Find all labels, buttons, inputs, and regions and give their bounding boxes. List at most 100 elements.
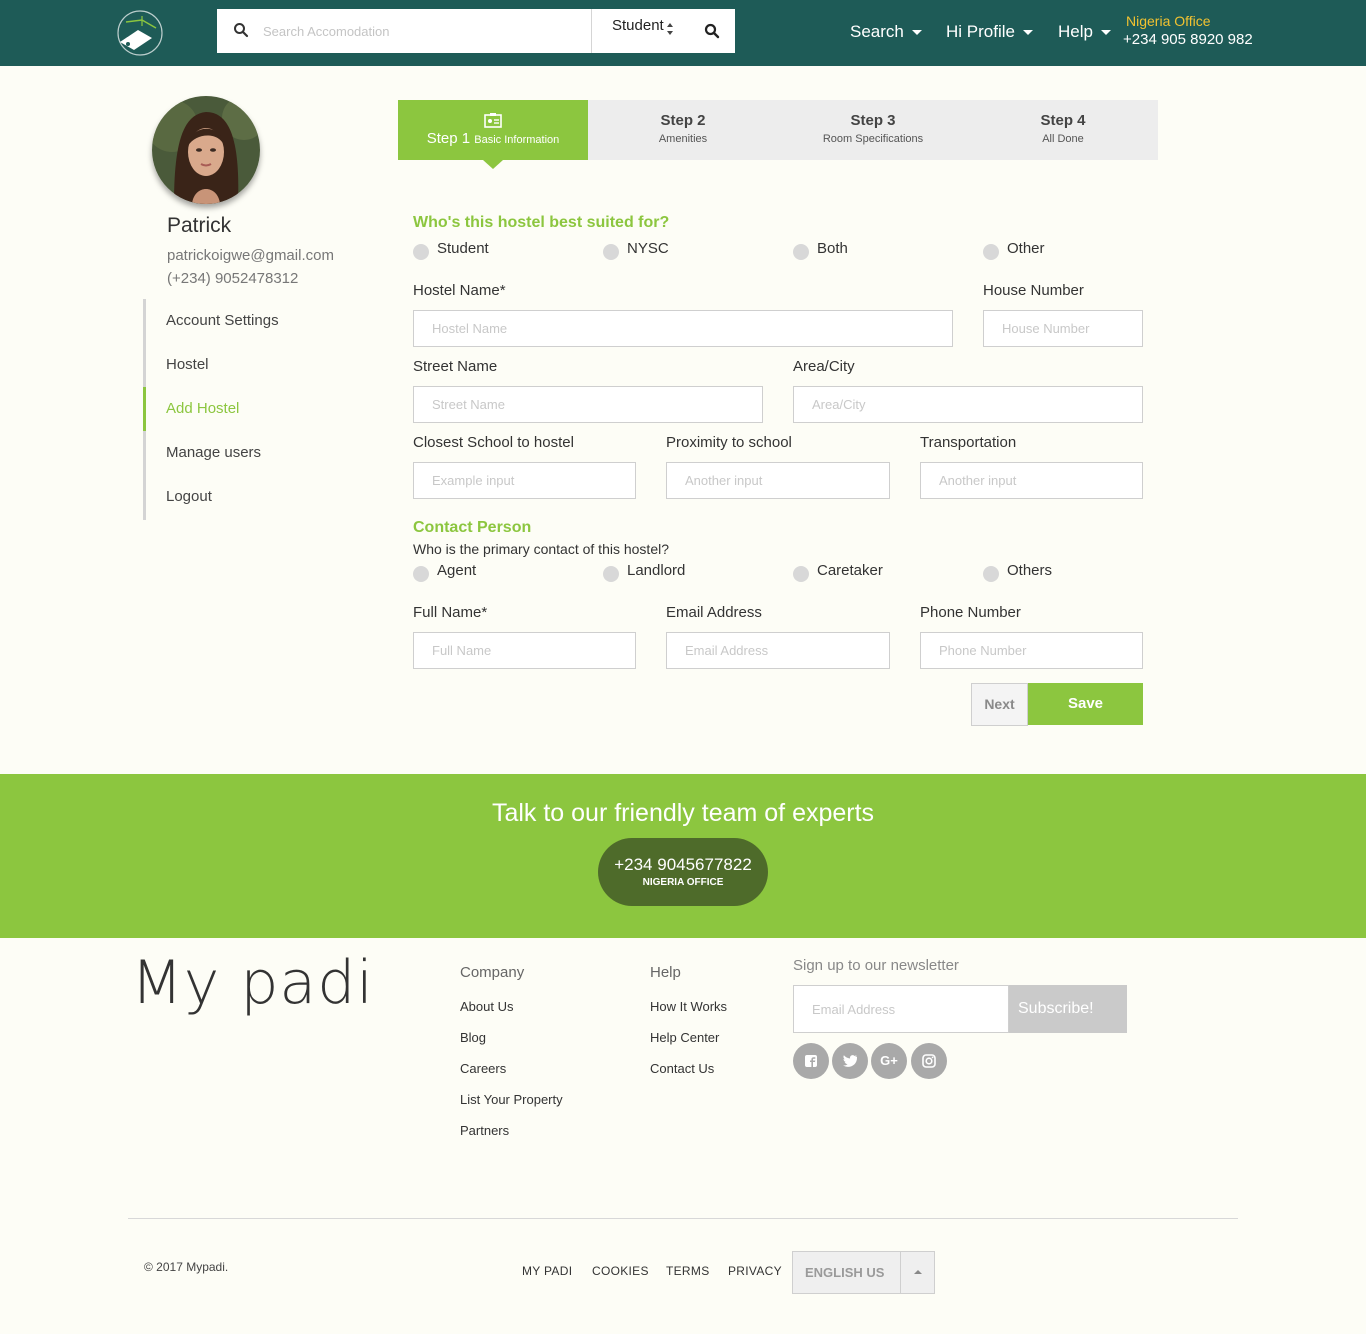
language-divider xyxy=(900,1252,901,1293)
radio-student[interactable]: Student xyxy=(413,240,489,261)
footer-link-about[interactable]: About Us xyxy=(460,999,513,1014)
tab-step-4[interactable]: Step 4 All Done xyxy=(968,100,1158,160)
footer-bottom-link-mypadi[interactable]: MY PADI xyxy=(522,1264,572,1278)
transportation-label: Transportation xyxy=(920,434,1017,451)
house-number-label: House Number xyxy=(983,282,1084,299)
full-name-label: Full Name* xyxy=(413,604,488,621)
chevron-up-icon xyxy=(914,1270,922,1274)
instagram-icon[interactable] xyxy=(911,1043,947,1079)
footer-link-partners[interactable]: Partners xyxy=(460,1123,509,1138)
radio-nysc[interactable]: NYSC xyxy=(603,240,669,261)
closest-school-input[interactable] xyxy=(413,462,636,499)
facebook-icon[interactable] xyxy=(793,1043,829,1079)
google-plus-icon[interactable]: G+ xyxy=(871,1043,907,1079)
footer-brand[interactable]: My padi xyxy=(131,948,374,1018)
suited-heading: Who's this hostel best suited for? xyxy=(413,214,670,231)
search-input[interactable] xyxy=(263,9,593,53)
radio-circle-icon xyxy=(793,566,809,583)
tab-step-3[interactable]: Step 3 Room Specifications xyxy=(778,100,968,160)
id-card-icon xyxy=(484,113,502,128)
profile-name: Patrick xyxy=(167,214,232,237)
step-4-title: Step 4 xyxy=(1040,112,1086,129)
footer-bottom-link-privacy[interactable]: PRIVACY xyxy=(728,1264,782,1278)
contact-question: Who is the primary contact of this hoste… xyxy=(413,541,669,557)
radio-caretaker[interactable]: Caretaker xyxy=(793,562,883,583)
tab-step-2[interactable]: Step 2 Amenities xyxy=(588,100,778,160)
sidebar-item-add-hostel[interactable]: Add Hostel xyxy=(166,400,239,417)
house-number-input[interactable] xyxy=(983,310,1143,347)
area-city-input[interactable] xyxy=(793,386,1143,423)
site-logo[interactable] xyxy=(112,8,168,58)
language-label: ENGLISH US xyxy=(805,1265,885,1280)
phone-number-input[interactable] xyxy=(920,632,1143,669)
chevron-down-icon xyxy=(1022,30,1033,36)
nav-help[interactable]: Help xyxy=(1058,22,1111,42)
twitter-icon[interactable] xyxy=(832,1043,868,1079)
tab-step-1[interactable]: Step 1 Basic Information xyxy=(398,100,588,160)
sidebar-item-logout[interactable]: Logout xyxy=(166,488,212,505)
cta-phone: +234 9045677822 xyxy=(614,855,752,874)
nav-help-label: Help xyxy=(1058,22,1093,41)
footer-link-help-center[interactable]: Help Center xyxy=(650,1030,719,1045)
active-step-pointer xyxy=(483,160,503,169)
save-button[interactable]: Save xyxy=(1028,683,1143,725)
radio-caretaker-label: Caretaker xyxy=(817,562,883,579)
avatar[interactable] xyxy=(152,96,260,204)
radio-others-label: Others xyxy=(1007,562,1053,579)
contact-cta-band: Talk to our friendly team of experts +23… xyxy=(0,774,1366,938)
area-city-label: Area/City xyxy=(793,358,855,375)
footer-bottom-link-terms[interactable]: TERMS xyxy=(666,1264,710,1278)
radio-both-label: Both xyxy=(817,240,848,257)
closest-school-label: Closest School to hostel xyxy=(413,434,574,451)
subscribe-button[interactable]: Subscribe! xyxy=(1009,985,1127,1033)
full-name-input[interactable] xyxy=(413,632,636,669)
nav-search-label: Search xyxy=(850,22,904,41)
search-divider xyxy=(591,9,592,53)
help-title: Help xyxy=(650,964,681,981)
footer-link-list-property[interactable]: List Your Property xyxy=(460,1092,563,1107)
radio-landlord-label: Landlord xyxy=(627,562,686,579)
radio-landlord[interactable]: Landlord xyxy=(603,562,686,583)
radio-agent[interactable]: Agent xyxy=(413,562,476,583)
sidebar-item-account-settings[interactable]: Account Settings xyxy=(166,312,279,329)
radio-others[interactable]: Others xyxy=(983,562,1053,583)
sidebar-item-manage-users[interactable]: Manage users xyxy=(166,444,261,461)
radio-circle-icon xyxy=(603,244,619,261)
office-title: Nigeria Office xyxy=(1126,13,1211,29)
footer-link-how-it-works[interactable]: How It Works xyxy=(650,999,727,1014)
search-type-select[interactable]: Student xyxy=(612,17,664,34)
footer-bottom-link-cookies[interactable]: COOKIES xyxy=(592,1264,649,1278)
radio-circle-icon xyxy=(983,566,999,583)
street-name-input[interactable] xyxy=(413,386,763,423)
proximity-input[interactable] xyxy=(666,462,890,499)
email-address-input[interactable] xyxy=(666,632,890,669)
nav-search[interactable]: Search xyxy=(850,22,922,42)
footer-divider xyxy=(128,1218,1238,1219)
radio-other[interactable]: Other xyxy=(983,240,1045,261)
hostel-name-input[interactable] xyxy=(413,310,953,347)
step-3-subtitle: Room Specifications xyxy=(822,133,924,145)
cta-phone-button[interactable]: +234 9045677822 NIGERIA OFFICE xyxy=(598,838,768,906)
radio-both[interactable]: Both xyxy=(793,240,848,261)
cta-title: Talk to our friendly team of experts xyxy=(491,799,875,827)
profile-email: patrickoigwe@gmail.com xyxy=(167,247,334,264)
nav-profile-label: Hi Profile xyxy=(946,22,1015,41)
sort-arrows-icon[interactable] xyxy=(666,22,674,36)
search-submit-icon[interactable] xyxy=(704,23,720,39)
newsletter-email-input[interactable] xyxy=(793,985,1009,1033)
nav-profile[interactable]: Hi Profile xyxy=(946,22,1033,42)
language-select[interactable]: ENGLISH US xyxy=(792,1251,935,1294)
sidebar-item-hostel[interactable]: Hostel xyxy=(166,356,209,373)
footer-link-careers[interactable]: Careers xyxy=(460,1061,506,1076)
footer-link-contact[interactable]: Contact Us xyxy=(650,1061,714,1076)
transportation-input[interactable] xyxy=(920,462,1143,499)
footer-link-blog[interactable]: Blog xyxy=(460,1030,486,1045)
next-button[interactable]: Next xyxy=(971,683,1028,726)
step-2-subtitle: Amenities xyxy=(658,133,708,145)
search-bar: Student xyxy=(217,9,735,53)
office-phone[interactable]: +234 905 8920 982 xyxy=(1123,31,1253,48)
newsletter-title: Sign up to our newsletter xyxy=(793,957,959,974)
cta-office: NIGERIA OFFICE xyxy=(642,877,724,888)
email-address-label: Email Address xyxy=(666,604,762,621)
search-icon xyxy=(234,23,249,38)
